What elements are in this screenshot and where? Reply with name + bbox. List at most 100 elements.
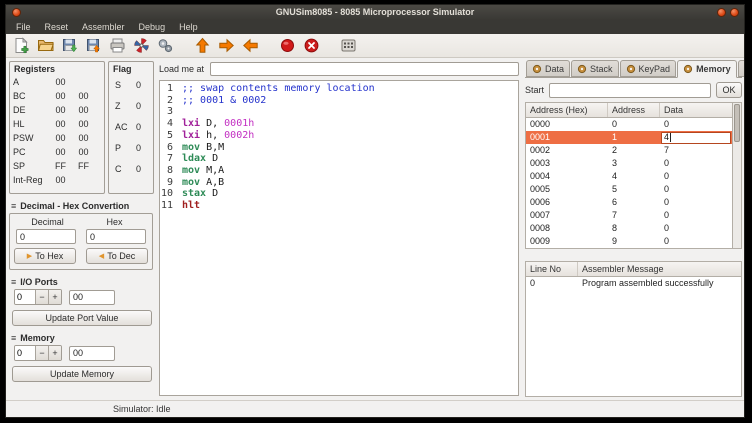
message-row[interactable]: 0 Program assembled successfully [526, 277, 741, 290]
column-header-assembler-message[interactable]: Assembler Message [578, 262, 741, 276]
code-area[interactable]: 1;; swap contents memory location2;; 000… [159, 80, 519, 396]
column-header-address-hex[interactable]: Address (Hex) [526, 103, 608, 117]
code-line[interactable]: 9mov A,B [160, 177, 518, 189]
maximize-button[interactable] [730, 8, 739, 17]
memory-address-input[interactable] [15, 346, 35, 360]
line-number: 9 [160, 177, 182, 189]
register-row-psw: PSW0000 [10, 131, 104, 145]
menu-item-help[interactable]: Help [172, 20, 205, 34]
update-memory-button[interactable]: Update Memory [12, 366, 152, 382]
run-button[interactable] [217, 36, 236, 55]
io-ports-section-title: ≡ I/O Ports [11, 277, 155, 287]
menu-item-debug[interactable]: Debug [132, 20, 173, 34]
stepper-minus-button[interactable]: − [35, 346, 48, 360]
code-line[interactable]: 10stax D [160, 188, 518, 200]
scrollbar-thumb[interactable] [734, 104, 740, 142]
ok-button[interactable]: OK [716, 82, 742, 98]
right-arrow-icon: ▶ [27, 252, 32, 260]
stepper-plus-button[interactable]: + [48, 346, 61, 360]
memory-data-editor[interactable]: 4 [661, 132, 731, 144]
memory-address-stepper[interactable]: −+ [14, 345, 62, 361]
memory-table-row[interactable]: 000660 [526, 196, 732, 209]
to-dec-button[interactable]: ◀To Dec [86, 248, 148, 264]
tab-io-ports[interactable]: I/O Ports [738, 60, 744, 77]
close-button[interactable] [12, 8, 21, 17]
save-button[interactable] [60, 36, 79, 55]
code-line[interactable]: 3 [160, 106, 518, 118]
hex-input[interactable] [86, 229, 146, 244]
step-back-button[interactable] [241, 36, 260, 55]
memory-table-body: 0000000001140002270003300004400005500006… [526, 118, 732, 248]
menu-item-reset[interactable]: Reset [38, 20, 76, 34]
memory-table-row[interactable]: 000550 [526, 183, 732, 196]
register-row-int-reg: Int-Reg00 [10, 173, 104, 187]
memory-table-row[interactable]: 000770 [526, 209, 732, 222]
print-button[interactable] [108, 36, 127, 55]
memory-table-wrap: Address (Hex) Address Data 0000000001140… [525, 102, 742, 249]
memory-scrollbar[interactable] [733, 102, 742, 249]
port-address-stepper[interactable]: −+ [14, 289, 62, 305]
to-hex-button[interactable]: ▶To Hex [14, 248, 76, 264]
register-row-pc: PC0000 [10, 145, 104, 159]
tab-icon [532, 64, 542, 74]
column-header-data[interactable]: Data [660, 103, 732, 117]
code-line[interactable]: 6mov B,M [160, 142, 518, 154]
memory-value-input[interactable] [69, 346, 115, 361]
title-bar[interactable]: GNUSim8085 - 8085 Microprocessor Simulat… [6, 5, 744, 20]
update-port-value-button[interactable]: Update Port Value [12, 310, 152, 326]
flag-row-ac: AC0 [109, 117, 153, 138]
register-row-bc: BC0000 [10, 89, 104, 103]
code-line[interactable]: 7ldax D [160, 153, 518, 165]
memory-table-row[interactable]: 000990 [526, 235, 732, 248]
code-line[interactable]: 1;; swap contents memory location [160, 83, 518, 95]
open-button[interactable] [36, 36, 55, 55]
tab-stack[interactable]: Stack [571, 60, 619, 77]
memory-table-row[interactable]: 000330 [526, 157, 732, 170]
stop-button[interactable] [302, 36, 321, 55]
registers-title: Registers [10, 62, 104, 75]
line-number: 2 [160, 95, 182, 107]
keypad-button[interactable] [339, 36, 358, 55]
column-header-line-no[interactable]: Line No [526, 262, 578, 276]
decimal-input[interactable] [16, 229, 76, 244]
stepper-plus-button[interactable]: + [48, 290, 61, 304]
right-arrow-icon [218, 37, 235, 54]
port-value-input[interactable] [69, 290, 115, 305]
breakpoint-button[interactable] [278, 36, 297, 55]
tab-bar: Data Stack KeyPad Memory I/O Ports [525, 60, 742, 78]
column-header-address[interactable]: Address [608, 103, 660, 117]
line-number: 6 [160, 142, 182, 154]
code-line[interactable]: 5lxi h, 0002h [160, 130, 518, 142]
memory-table-row[interactable]: 000114 [526, 131, 732, 144]
code-line[interactable]: 2;; 0001 & 0002 [160, 95, 518, 107]
status-text: Simulator: Idle [113, 404, 171, 414]
menu-item-assembler[interactable]: Assembler [75, 20, 132, 34]
tools-button[interactable] [156, 36, 175, 55]
tab-memory[interactable]: Memory [677, 60, 737, 78]
step-up-button[interactable] [193, 36, 212, 55]
memory-table-row[interactable]: 000440 [526, 170, 732, 183]
register-row-hl: HL0000 [10, 117, 104, 131]
start-address-input[interactable] [549, 83, 711, 98]
tab-keypad[interactable]: KeyPad [620, 60, 677, 77]
memory-table-row[interactable]: 000227 [526, 144, 732, 157]
assemble-button[interactable] [132, 36, 151, 55]
code-line[interactable]: 8mov M,A [160, 165, 518, 177]
memory-table-row[interactable]: 000880 [526, 222, 732, 235]
stepper-minus-button[interactable]: − [35, 290, 48, 304]
assembler-messages: Line No Assembler Message 0 Program asse… [525, 261, 742, 397]
save-as-button[interactable] [84, 36, 103, 55]
list-icon: ≡ [11, 334, 16, 343]
code-line[interactable]: 4lxi D, 0001h [160, 118, 518, 130]
tab-data[interactable]: Data [526, 60, 570, 77]
code-line[interactable]: 11hlt [160, 200, 518, 212]
app-window: GNUSim8085 - 8085 Microprocessor Simulat… [5, 4, 745, 418]
flag-row-c: C0 [109, 159, 153, 180]
memory-table-row[interactable]: 000000 [526, 118, 732, 131]
menu-item-file[interactable]: File [9, 20, 38, 34]
minimize-button[interactable] [717, 8, 726, 17]
load-address-input[interactable] [210, 62, 519, 76]
toolbar [6, 34, 744, 58]
new-file-button[interactable] [12, 36, 31, 55]
port-address-input[interactable] [15, 290, 35, 304]
